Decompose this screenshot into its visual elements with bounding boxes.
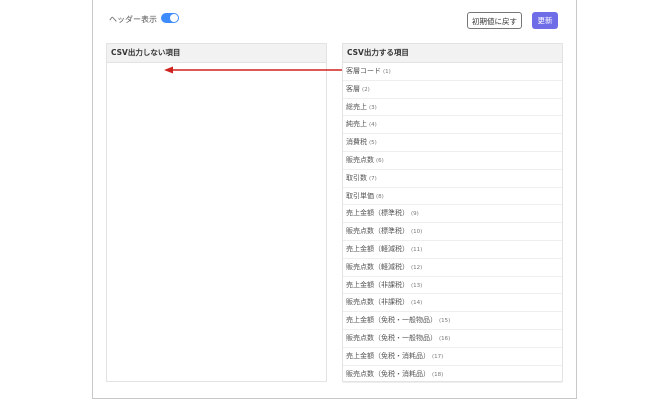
arrow-head — [164, 66, 173, 74]
drag-direction-arrow — [164, 66, 342, 74]
